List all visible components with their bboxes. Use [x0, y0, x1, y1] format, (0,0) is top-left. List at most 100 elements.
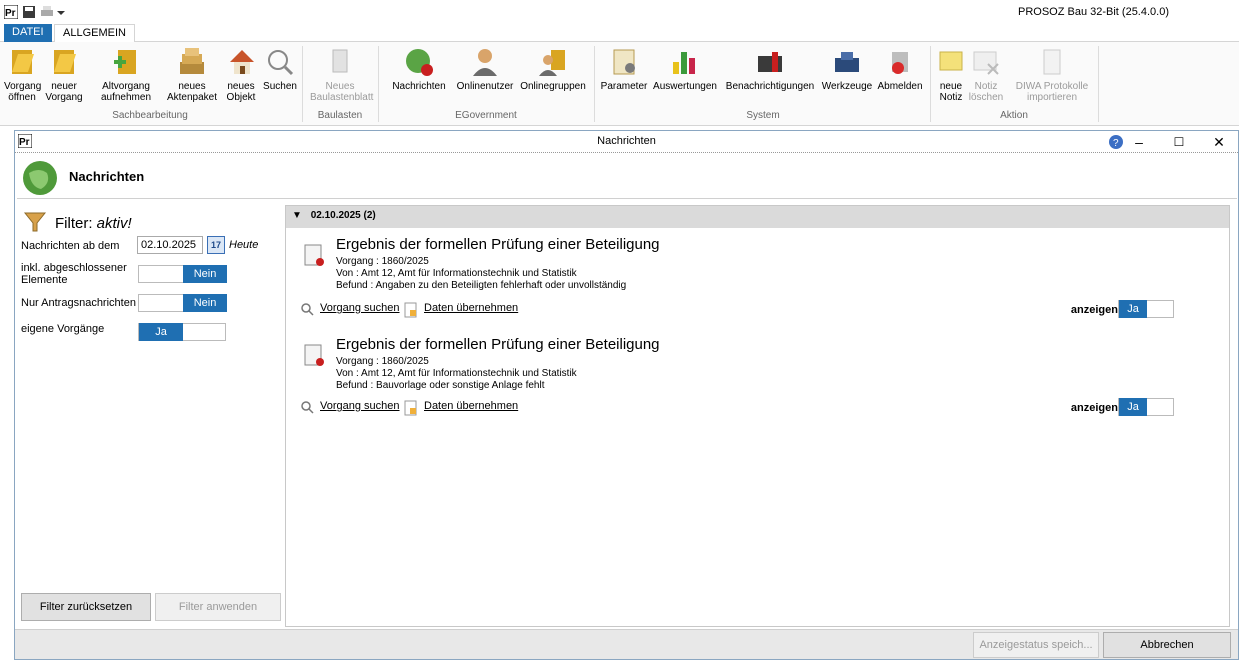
werkzeuge-button[interactable]: Werkzeuge: [820, 46, 874, 92]
suchen-button[interactable]: Suchen: [262, 46, 298, 92]
neues-baulastenblatt-label: Neues Baulastenblatt: [310, 81, 374, 103]
anzeigen-value: Ja: [1119, 300, 1147, 318]
vorgang-suchen-link[interactable]: Vorgang suchen: [320, 302, 400, 314]
benachrichtigungen-button[interactable]: Benachrichtigungen: [722, 46, 818, 92]
onlinenutzer-button[interactable]: Onlinenutzer: [454, 46, 516, 92]
dropdown-icon[interactable]: [56, 5, 66, 19]
message-item: Ergebnis der formellen Prüfung einer Bet…: [301, 236, 1214, 322]
save-icon[interactable]: [22, 5, 36, 19]
settings-list-icon: [613, 49, 635, 75]
ribbon-separator: [594, 46, 595, 122]
suchen-label: Suchen: [263, 81, 297, 92]
closed-elements-toggle[interactable]: Nein: [138, 265, 227, 283]
onlinenutzer-label: Onlinenutzer: [456, 81, 514, 92]
benachrichtigungen-label: Benachrichtigungen: [725, 81, 815, 92]
page-title: Nachrichten: [69, 169, 145, 184]
eigene-toggle[interactable]: Ja: [138, 323, 226, 341]
message-title: Ergebnis der formellen Prüfung einer Bet…: [336, 236, 660, 253]
message-von: Von : Amt 12, Amt für Informationstechni…: [336, 268, 577, 279]
tab-datei[interactable]: DATEI: [4, 24, 52, 42]
data-import-icon: [404, 400, 417, 416]
window-header: Nachrichten: [17, 155, 1237, 199]
data-import-icon: [404, 302, 417, 318]
filter-apply-button: Filter anwenden: [155, 593, 281, 621]
closed-elements-label: inkl. abgeschlossener Elemente: [21, 262, 127, 286]
neues-objekt-label: neues Objekt: [226, 81, 256, 103]
group-label-system: System: [746, 110, 780, 121]
calendar-icon[interactable]: 17: [207, 236, 225, 254]
neuer-vorgang-button[interactable]: neuer Vorgang: [44, 46, 84, 103]
antrag-toggle[interactable]: Nein: [138, 294, 227, 312]
altvorgang-aufnehmen-button[interactable]: Altvorgang aufnehmen: [98, 46, 154, 103]
globe-icon: [23, 161, 57, 195]
print-icon[interactable]: [40, 5, 54, 19]
anzeigen-toggle[interactable]: Ja: [1118, 398, 1174, 416]
neues-baulastenblatt-button: Neues Baulastenblatt: [310, 46, 374, 103]
anzeigen-toggle[interactable]: Ja: [1118, 300, 1174, 318]
vorgang-oeffnen-button[interactable]: Vorgang öffnen: [4, 46, 42, 103]
import-document-icon: [1043, 49, 1061, 75]
bar-chart-icon: [673, 52, 695, 74]
auswertungen-button[interactable]: Auswertungen: [650, 46, 720, 92]
sticky-note-icon: [939, 51, 963, 71]
certificate-document-icon: [304, 244, 324, 266]
neue-notiz-button[interactable]: neue Notiz: [936, 46, 966, 103]
minimize-button[interactable]: –: [1124, 133, 1154, 151]
date-field[interactable]: 02.10.2025: [137, 236, 203, 254]
abbrechen-button[interactable]: Abbrechen: [1103, 632, 1231, 658]
close-button[interactable]: ✕: [1204, 133, 1234, 151]
diwa-protokolle-label: DIWA Protokolle importieren: [1015, 81, 1089, 103]
tab-allgemein[interactable]: ALLGEMEIN: [54, 24, 135, 43]
neue-notiz-label: neue Notiz: [939, 81, 963, 103]
anzeigestatus-speichern-button: Anzeigestatus speich...: [973, 632, 1099, 658]
message-group-header[interactable]: ▼ 02.10.2025 (2): [286, 206, 1229, 228]
parameter-button[interactable]: Parameter: [598, 46, 650, 92]
ribbon-separator: [378, 46, 379, 122]
filter-label: Filter:: [55, 215, 93, 232]
nachrichten-button[interactable]: Nachrichten: [386, 46, 452, 92]
maximize-button[interactable]: ☐: [1164, 133, 1194, 151]
app-title: PROSOZ Bau 32-Bit (25.4.0.0): [1017, 6, 1169, 18]
parameter-label: Parameter: [600, 81, 648, 92]
eigene-value: Ja: [139, 323, 183, 341]
daten-uebernehmen-link[interactable]: Daten übernehmen: [424, 400, 518, 412]
abmelden-button[interactable]: Abmelden: [874, 46, 926, 92]
vorgang-oeffnen-label: Vorgang öffnen: [4, 81, 42, 103]
collapse-arrow-icon[interactable]: ▼: [292, 210, 302, 221]
message-vorgang: Vorgang : 1860/2025: [336, 256, 429, 267]
globe-icon: [406, 49, 433, 76]
ribbon-separator: [1098, 46, 1099, 122]
diwa-protokolle-button: DIWA Protokolle importieren: [1010, 46, 1094, 103]
toolbox-icon: [835, 52, 859, 72]
message-actions: Vorgang suchen Daten übernehmen anzeigen…: [301, 398, 1214, 420]
message-title: Ergebnis der formellen Prüfung einer Bet…: [336, 336, 660, 353]
daten-uebernehmen-link[interactable]: Daten übernehmen: [424, 302, 518, 314]
delete-note-icon: [973, 51, 999, 75]
logout-icon: [892, 52, 908, 74]
neues-objekt-button[interactable]: neues Objekt: [226, 46, 256, 103]
search-icon: [301, 401, 314, 414]
window-footer: Anzeigestatus speich... Abbrechen: [15, 629, 1238, 659]
ribbon-tabs: DATEI ALLGEMEIN: [0, 24, 1239, 43]
message-von: Von : Amt 12, Amt für Informationstechni…: [336, 368, 577, 379]
notification-icon: [758, 52, 782, 72]
filter-status: aktiv!: [96, 215, 132, 232]
onlinegruppen-button[interactable]: Onlinegruppen: [518, 46, 588, 92]
add-folder-icon: [114, 50, 136, 74]
nachrichten-window: Pr Nachrichten ? – ☐ ✕ Nachrichten Filte…: [14, 130, 1239, 660]
vorgang-suchen-link[interactable]: Vorgang suchen: [320, 400, 400, 412]
antrag-label: Nur Antragsnachrichten: [21, 297, 136, 309]
messages-panel: ▼ 02.10.2025 (2) Ergebnis der formellen …: [285, 205, 1230, 627]
anzeigen-label: anzeigen: [1070, 304, 1118, 316]
message-item: Ergebnis der formellen Prüfung einer Bet…: [301, 336, 1214, 422]
help-icon[interactable]: ?: [1108, 134, 1124, 150]
ribbon: Vorgang öffnen neuer Vorgang Altvorgang …: [0, 42, 1239, 126]
house-icon: [230, 50, 254, 74]
new-folder-icon: [54, 50, 76, 74]
neues-aktenpaket-button[interactable]: neues Aktenpaket: [164, 46, 220, 103]
certificate-document-icon: [304, 344, 324, 366]
notiz-loeschen-button: Notiz löschen: [968, 46, 1004, 103]
heute-link[interactable]: Heute: [229, 239, 258, 251]
group-label-egovernment: EGovernment: [455, 110, 517, 121]
filter-reset-button[interactable]: Filter zurücksetzen: [21, 593, 151, 621]
